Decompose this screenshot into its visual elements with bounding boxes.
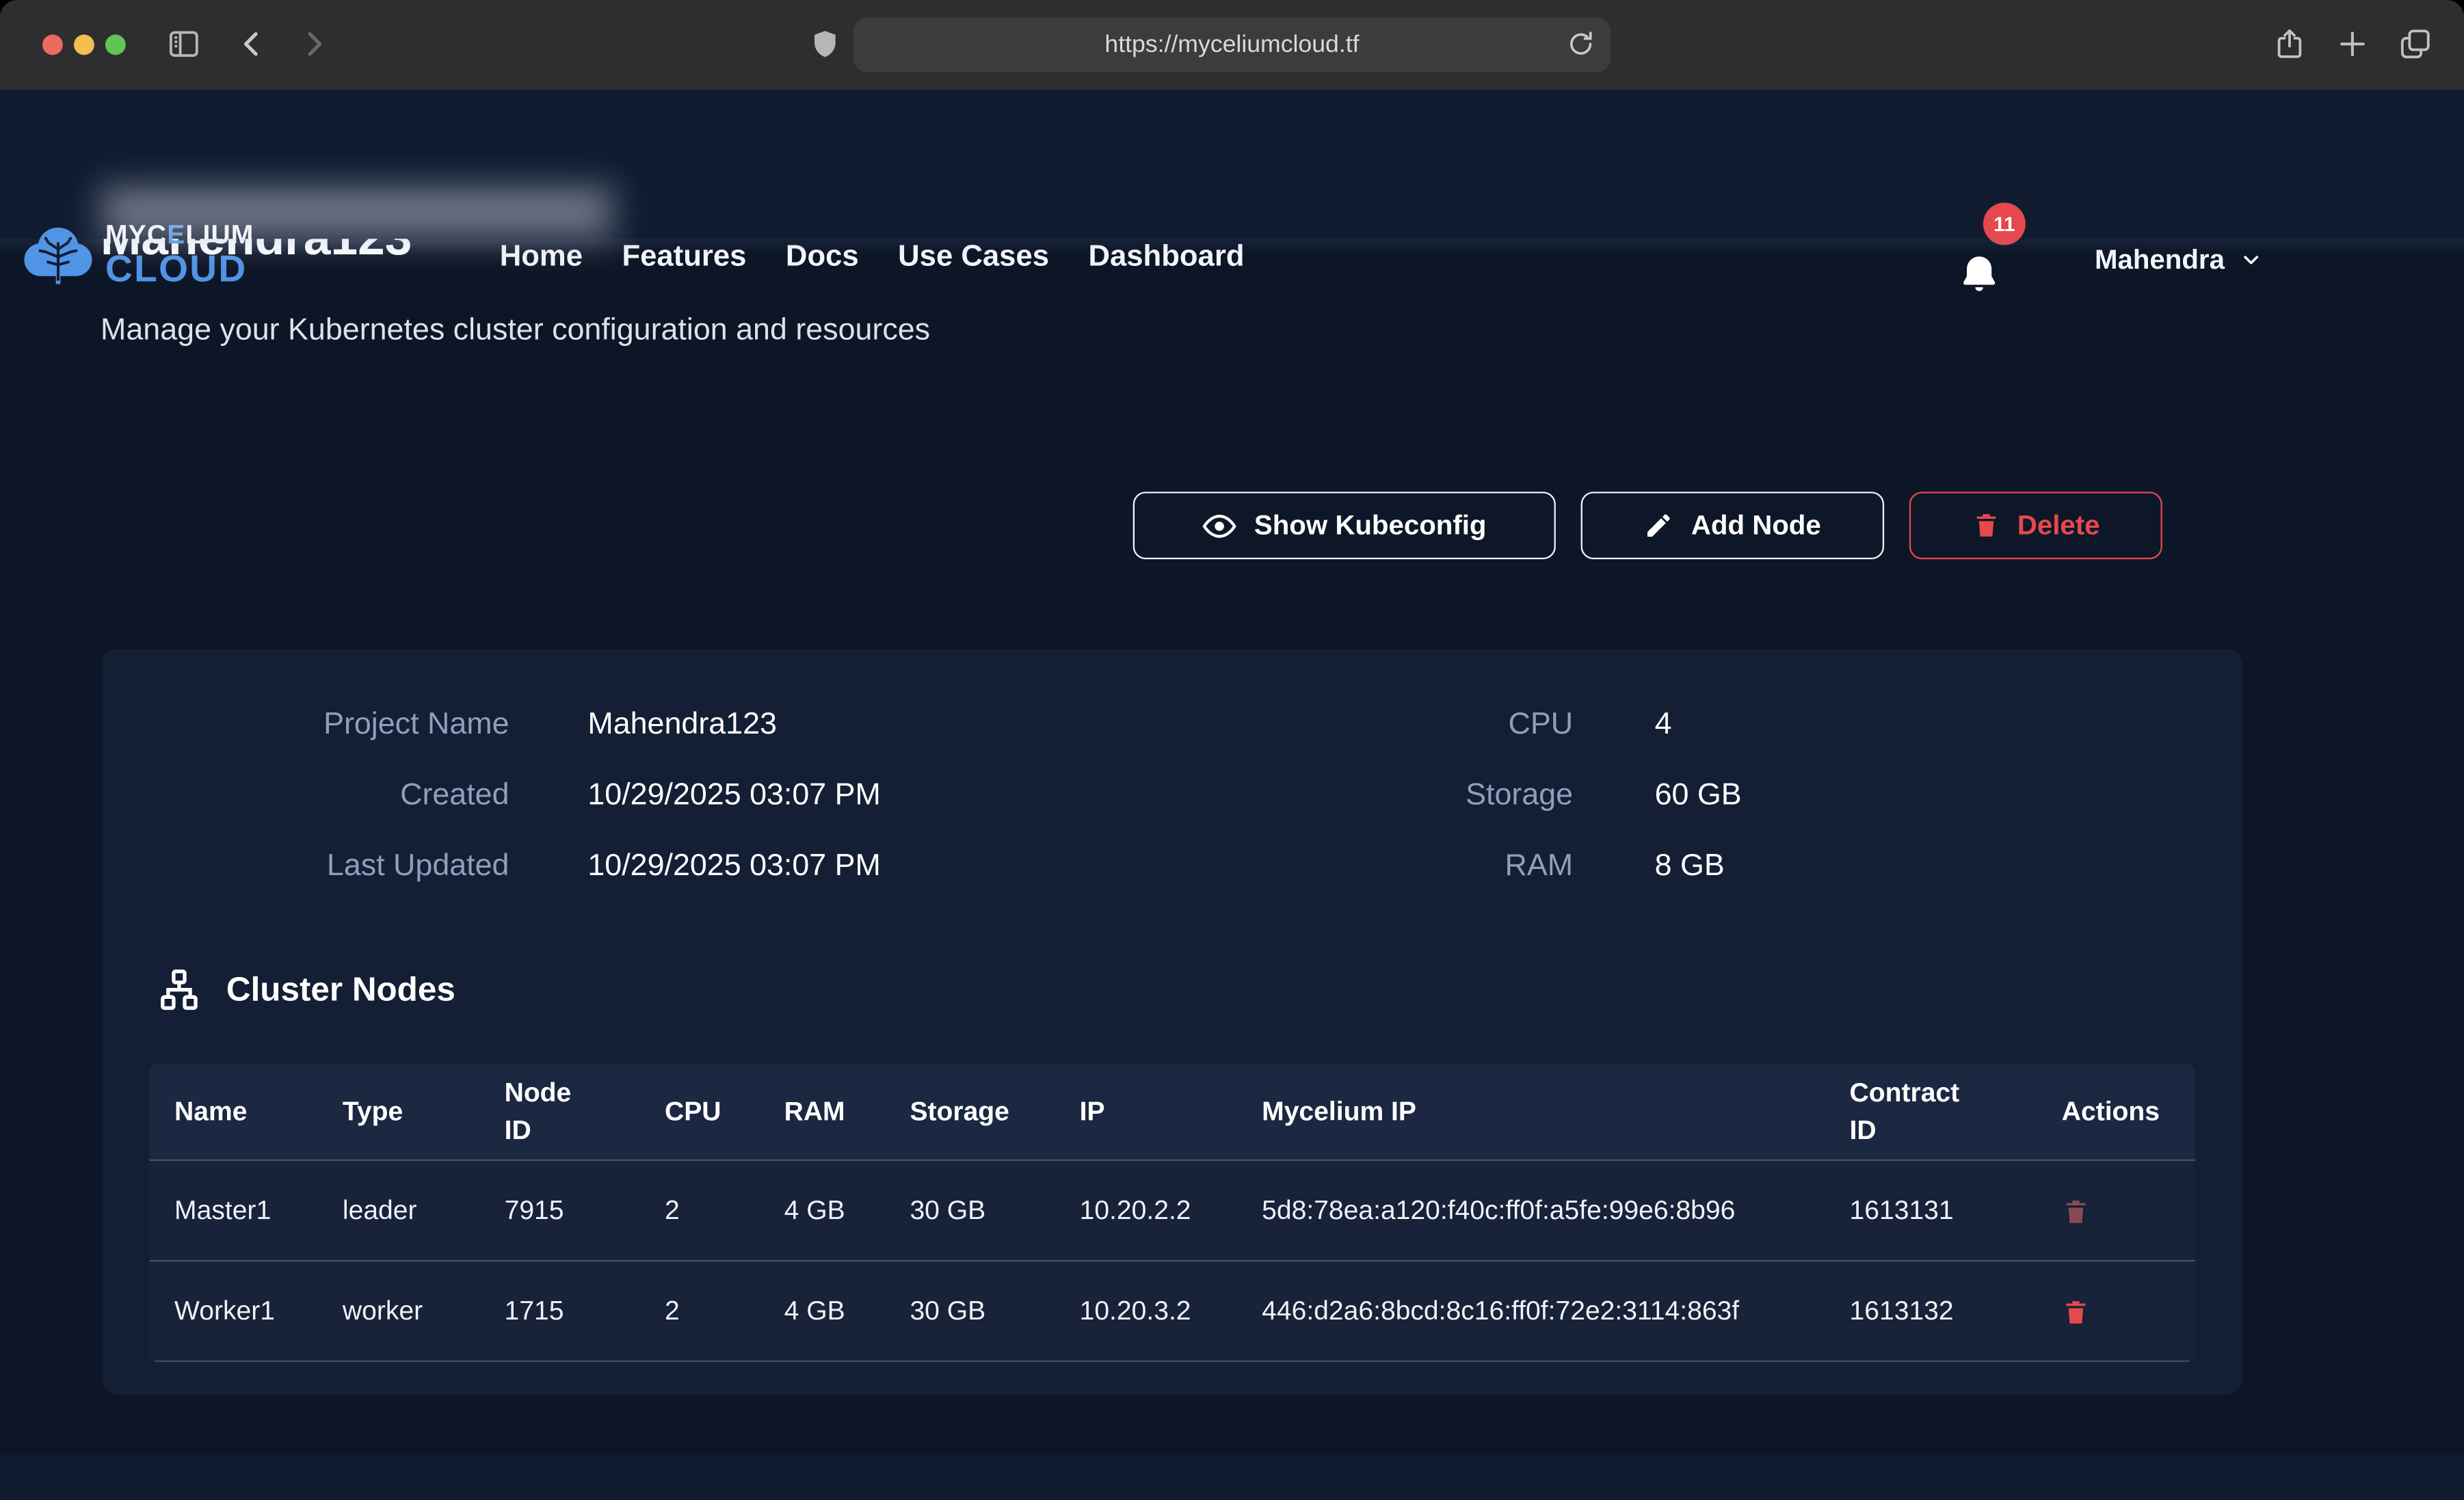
cell-contract-id: 1613132	[1850, 1261, 2023, 1361]
privacy-blur-patch	[91, 178, 622, 250]
table-header-row: Name Type Node ID CPU RAM Storage IP Myc…	[149, 1064, 2195, 1160]
cluster-nodes-table: Name Type Node ID CPU RAM Storage IP Myc…	[149, 1064, 2195, 1363]
cell-cpu: 2	[665, 1161, 775, 1260]
col-node-id: Node ID	[505, 1064, 596, 1160]
project-name-label: Project Name	[132, 707, 509, 742]
brand-line2: CLOUD	[105, 252, 254, 289]
col-mycelium-ip: Mycelium IP	[1262, 1064, 1780, 1160]
project-info-values: Mahendra123 10/29/2025 03:07 PM 10/29/20…	[587, 707, 1216, 919]
privacy-shield-icon[interactable]	[809, 28, 840, 63]
cell-name: Master1	[174, 1161, 332, 1260]
pencil-icon	[1644, 511, 1674, 541]
cell-node-id: 1715	[505, 1261, 654, 1361]
page-footer	[0, 1455, 2464, 1500]
network-nodes-icon	[157, 967, 201, 1011]
nav-item-features[interactable]: Features	[622, 241, 746, 276]
add-node-button[interactable]: Add Node	[1581, 492, 1884, 559]
tab-overview-icon[interactable]	[2398, 27, 2433, 62]
resource-info-labels: CPU Storage RAM	[1336, 707, 1573, 919]
cell-node-id: 7915	[505, 1161, 654, 1260]
delete-node-button[interactable]	[2062, 1296, 2090, 1327]
share-icon[interactable]	[2273, 27, 2307, 62]
cluster-details-card: Project Name Created Last Updated Mahend…	[102, 649, 2242, 1395]
notification-badge: 11	[1983, 202, 2026, 245]
cell-contract-id: 1613131	[1850, 1161, 2023, 1260]
project-name-value: Mahendra123	[587, 707, 1216, 742]
nav-item-docs[interactable]: Docs	[786, 241, 859, 276]
cluster-actions-toolbar: Show Kubeconfig Add Node Delete	[1133, 492, 2162, 559]
delete-node-button[interactable]	[2062, 1194, 2090, 1226]
trash-icon	[1972, 510, 2000, 541]
col-storage: Storage	[910, 1064, 1067, 1160]
cell-type: worker	[343, 1261, 492, 1361]
screenshot-stage: https://myceliumcloud.tf	[0, 0, 2464, 1500]
cell-mycelium-ip: 446:d2a6:8bcd:8c16:ff0f:72e2:3114:863f	[1262, 1261, 1780, 1361]
mycelium-cloud-logo-icon	[22, 222, 94, 289]
url-text: https://myceliumcloud.tf	[1104, 31, 1359, 59]
resource-info-values: 4 60 GB 8 GB	[1655, 707, 2126, 919]
eye-icon	[1202, 508, 1237, 543]
ram-label: RAM	[1336, 848, 1573, 883]
col-cpu: CPU	[665, 1064, 775, 1160]
ram-value: 8 GB	[1655, 848, 2126, 883]
cell-ip: 10.20.2.2	[1080, 1161, 1253, 1260]
storage-label: Storage	[1336, 777, 1573, 812]
nav-item-dashboard[interactable]: Dashboard	[1088, 241, 1244, 276]
cluster-nodes-title: Cluster Nodes	[226, 970, 455, 1009]
cpu-label: CPU	[1336, 707, 1573, 742]
zoom-window-button[interactable]	[105, 35, 126, 55]
created-label: Created	[132, 777, 509, 812]
last-updated-value: 10/29/2025 03:07 PM	[587, 848, 1216, 883]
cell-storage: 30 GB	[910, 1161, 1067, 1260]
cell-storage: 30 GB	[910, 1261, 1067, 1361]
last-updated-label: Last Updated	[132, 848, 509, 883]
cell-ram: 4 GB	[784, 1161, 857, 1260]
col-name: Name	[174, 1064, 332, 1160]
cell-ram: 4 GB	[784, 1261, 857, 1361]
show-kubeconfig-label: Show Kubeconfig	[1254, 509, 1487, 541]
cell-mycelium-ip: 5d8:78ea:a120:f40c:ff0f:a5fe:99e6:8b96	[1262, 1161, 1780, 1260]
table-row: Master1 leader 7915 2 4 GB 30 GB 10.20.2…	[149, 1160, 2195, 1260]
page-subtitle: Manage your Kubernetes cluster configura…	[101, 312, 930, 349]
sidebar-toggle-icon[interactable]	[167, 27, 202, 62]
created-value: 10/29/2025 03:07 PM	[587, 777, 1216, 812]
cell-type: leader	[343, 1161, 492, 1260]
browser-window: https://myceliumcloud.tf	[0, 0, 2464, 1500]
cpu-value: 4	[1655, 707, 2126, 742]
cell-ip: 10.20.3.2	[1080, 1261, 1253, 1361]
chevron-down-icon	[2239, 248, 2262, 271]
col-contract-id: Contract ID	[1850, 1064, 1978, 1160]
cell-cpu: 2	[665, 1261, 775, 1361]
back-icon[interactable]	[236, 27, 271, 62]
project-info-labels: Project Name Created Last Updated	[132, 707, 509, 919]
notifications-button[interactable]: 11	[1955, 202, 2034, 306]
delete-cluster-button[interactable]: Delete	[1909, 492, 2162, 559]
delete-label: Delete	[2017, 509, 2100, 541]
browser-chrome: https://myceliumcloud.tf	[0, 0, 2464, 90]
reload-icon[interactable]	[1565, 28, 1597, 59]
add-node-label: Add Node	[1691, 509, 1821, 541]
cluster-nodes-header: Cluster Nodes	[157, 967, 455, 1011]
user-name: Mahendra	[2095, 243, 2225, 276]
address-bar[interactable]: https://myceliumcloud.tf	[853, 17, 1611, 72]
col-ip: IP	[1080, 1064, 1253, 1160]
table-row: Worker1 worker 1715 2 4 GB 30 GB 10.20.3…	[149, 1260, 2195, 1361]
col-ram: RAM	[784, 1064, 857, 1160]
nav-item-use-cases[interactable]: Use Cases	[898, 241, 1049, 276]
col-type: Type	[343, 1064, 492, 1160]
user-menu[interactable]: Mahendra	[2095, 243, 2262, 276]
table-bottom-divider	[149, 1361, 2195, 1362]
col-actions: Actions	[2062, 1064, 2188, 1160]
forward-icon[interactable]	[295, 27, 330, 62]
new-tab-icon[interactable]	[2335, 27, 2370, 62]
minimize-window-button[interactable]	[74, 35, 94, 55]
storage-value: 60 GB	[1655, 777, 2126, 812]
cell-name: Worker1	[174, 1261, 332, 1361]
close-window-button[interactable]	[42, 35, 63, 55]
show-kubeconfig-button[interactable]: Show Kubeconfig	[1133, 492, 1556, 559]
bell-icon	[1958, 253, 2000, 300]
